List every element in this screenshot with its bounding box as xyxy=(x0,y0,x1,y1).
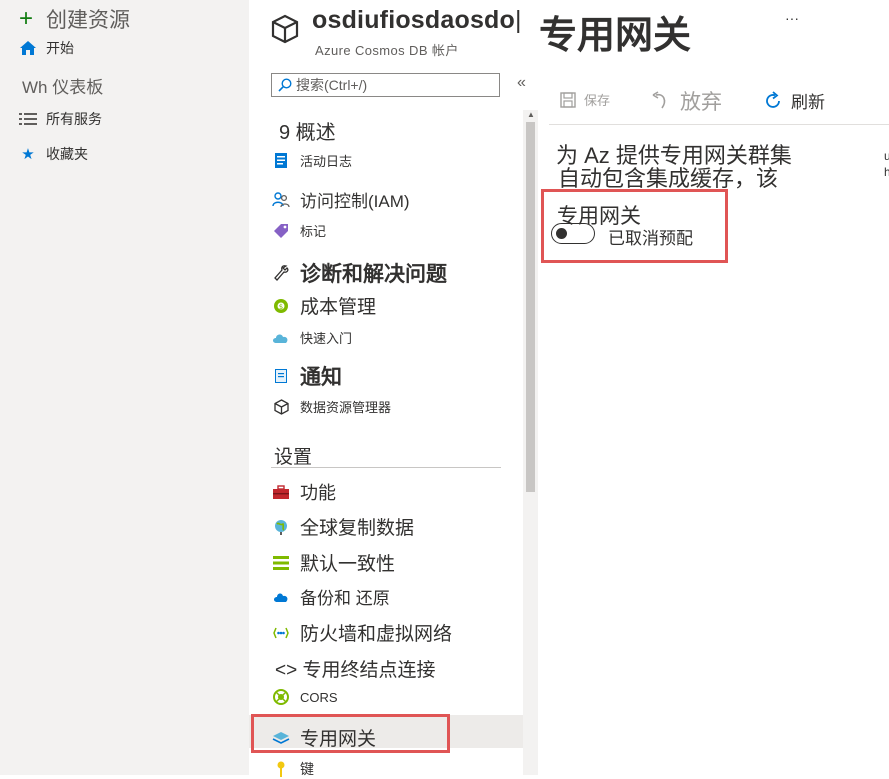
menu-item-default-consistency[interactable]: 默认一致性 xyxy=(271,549,395,576)
section-divider xyxy=(271,467,501,468)
undo-icon xyxy=(652,91,668,111)
menu-item-label: 快速入门 xyxy=(300,331,353,346)
menu-item-label: 数据资源管理器 xyxy=(300,400,392,415)
menu-item-private-endpoint[interactable]: <> 专用终结点连接 xyxy=(275,655,435,682)
menu-item-label: <> 专用终结点连接 xyxy=(275,660,436,681)
menu-item-label: 通知 xyxy=(300,366,342,389)
consistency-icon xyxy=(271,555,291,570)
save-label: 保存 xyxy=(584,93,611,108)
menu-item-label: 9 概述 xyxy=(279,122,336,144)
menu-item-label: CORS xyxy=(300,689,338,705)
activity-log-icon xyxy=(271,153,291,168)
section-settings-header: 设置 xyxy=(274,447,313,468)
menu-item-notifications[interactable]: 通知 xyxy=(271,361,342,391)
cost-management-icon: $ xyxy=(271,298,291,314)
people-icon xyxy=(271,191,291,208)
plus-icon: + xyxy=(18,5,33,32)
nav-item-label: 所有服务 xyxy=(46,111,102,127)
more-options-button[interactable]: ··· xyxy=(785,10,799,26)
menu-item-label: 防火墙和虚拟网络 xyxy=(300,624,453,645)
menu-item-overview[interactable]: 9 概述 xyxy=(279,116,336,145)
nav-item-label: 收藏夹 xyxy=(46,146,88,162)
toolbox-icon xyxy=(271,485,291,499)
menu-item-activity-log[interactable]: 活动日志 xyxy=(271,151,352,170)
svg-text:$: $ xyxy=(279,303,283,311)
nav-item-home[interactable]: 开始 xyxy=(18,38,74,58)
menu-item-keys[interactable]: 键 xyxy=(271,759,314,779)
menu-item-label: 备份和 还原 xyxy=(300,589,390,608)
page-title: 专用网关 xyxy=(539,13,692,57)
menu-item-label: 访问控制(IAM) xyxy=(300,192,410,211)
notification-icon xyxy=(271,369,291,383)
resource-name: osdiufiosdaosdo xyxy=(312,6,515,34)
description-line-1: 为 Az 提供专用网关群集 xyxy=(556,143,792,168)
command-bar-divider xyxy=(549,124,889,125)
menu-item-cost-management[interactable]: $ 成本管理 xyxy=(271,292,376,319)
nav-item-label: 开始 xyxy=(46,40,74,56)
star-icon: ★ xyxy=(21,146,35,163)
menu-item-label: 功能 xyxy=(300,483,336,503)
discard-label: 放弃 xyxy=(680,91,722,114)
home-icon xyxy=(18,40,38,56)
list-icon xyxy=(18,112,38,126)
cors-icon xyxy=(271,689,291,705)
discard-button[interactable]: 放弃 xyxy=(652,86,722,116)
menu-item-backup-restore[interactable]: 备份和 还原 xyxy=(271,584,390,609)
menu-item-iam[interactable]: 访问控制(IAM) xyxy=(271,187,410,212)
cloud-backup-icon xyxy=(271,591,291,603)
refresh-button[interactable]: 刷新 xyxy=(763,88,825,113)
highlight-box-toggle xyxy=(541,189,728,263)
create-resource-link[interactable]: + 创建资源 xyxy=(16,4,130,34)
menu-item-label: 诊断和解决问题 xyxy=(300,263,447,286)
description-side-fragment: u h xyxy=(884,149,889,179)
cube-icon xyxy=(271,398,291,415)
menu-scrollbar[interactable]: ▲ xyxy=(523,110,538,775)
nav-item-dashboard[interactable]: Wh 仪表板 xyxy=(22,73,103,98)
globe-icon xyxy=(271,519,291,535)
wrench-icon xyxy=(271,264,291,282)
cosmos-cube-icon xyxy=(271,14,299,49)
menu-item-cors[interactable]: CORS xyxy=(271,689,338,705)
nav-item-label: Wh 仪表板 xyxy=(22,78,104,97)
nav-item-all-services[interactable]: 所有服务 xyxy=(18,109,102,129)
resource-menu: 搜索(Ctrl+/) « ▲ 9 概述 活动日志 访问控制(IAM) 标记 诊断… xyxy=(249,70,538,777)
cloud-icon xyxy=(271,332,291,344)
tag-icon xyxy=(271,223,291,239)
search-icon xyxy=(278,78,292,92)
title-separator: | xyxy=(515,6,522,34)
refresh-icon xyxy=(763,90,783,111)
menu-item-label: 键 xyxy=(300,761,314,777)
menu-item-quickstart[interactable]: 快速入门 xyxy=(271,328,352,347)
portal-nav: + 创建资源 开始 Wh 仪表板 所有服务 ★ 收藏夹 xyxy=(0,0,249,775)
menu-item-tags[interactable]: 标记 xyxy=(271,221,326,240)
menu-item-features[interactable]: 功能 xyxy=(271,479,336,505)
save-button[interactable]: 保存 xyxy=(560,90,610,109)
menu-item-global-replication[interactable]: 全球复制数据 xyxy=(271,513,414,540)
menu-item-firewall[interactable]: 防火墙和虚拟网络 xyxy=(271,619,452,646)
menu-item-label: 活动日志 xyxy=(300,154,353,169)
menu-item-label: 全球复制数据 xyxy=(300,518,415,539)
menu-item-data-explorer[interactable]: 数据资源管理器 xyxy=(271,397,391,416)
resource-type: Azure Cosmos DB 帐户 xyxy=(315,43,459,58)
menu-item-label: 成本管理 xyxy=(300,297,377,318)
refresh-label: 刷新 xyxy=(791,93,825,112)
save-icon xyxy=(560,91,576,108)
menu-item-label: 标记 xyxy=(300,224,327,239)
command-bar: 保存 放弃 刷新 xyxy=(300,84,825,118)
menu-item-label: 默认一致性 xyxy=(300,554,396,575)
menu-item-diagnose[interactable]: 诊断和解决问题 xyxy=(271,258,447,288)
highlight-box-menu xyxy=(251,714,450,753)
create-resource-label: 创建资源 xyxy=(46,9,130,32)
nav-item-favorites[interactable]: ★ 收藏夹 xyxy=(18,144,88,164)
scroll-thumb[interactable] xyxy=(526,122,535,492)
network-icon xyxy=(271,625,291,641)
